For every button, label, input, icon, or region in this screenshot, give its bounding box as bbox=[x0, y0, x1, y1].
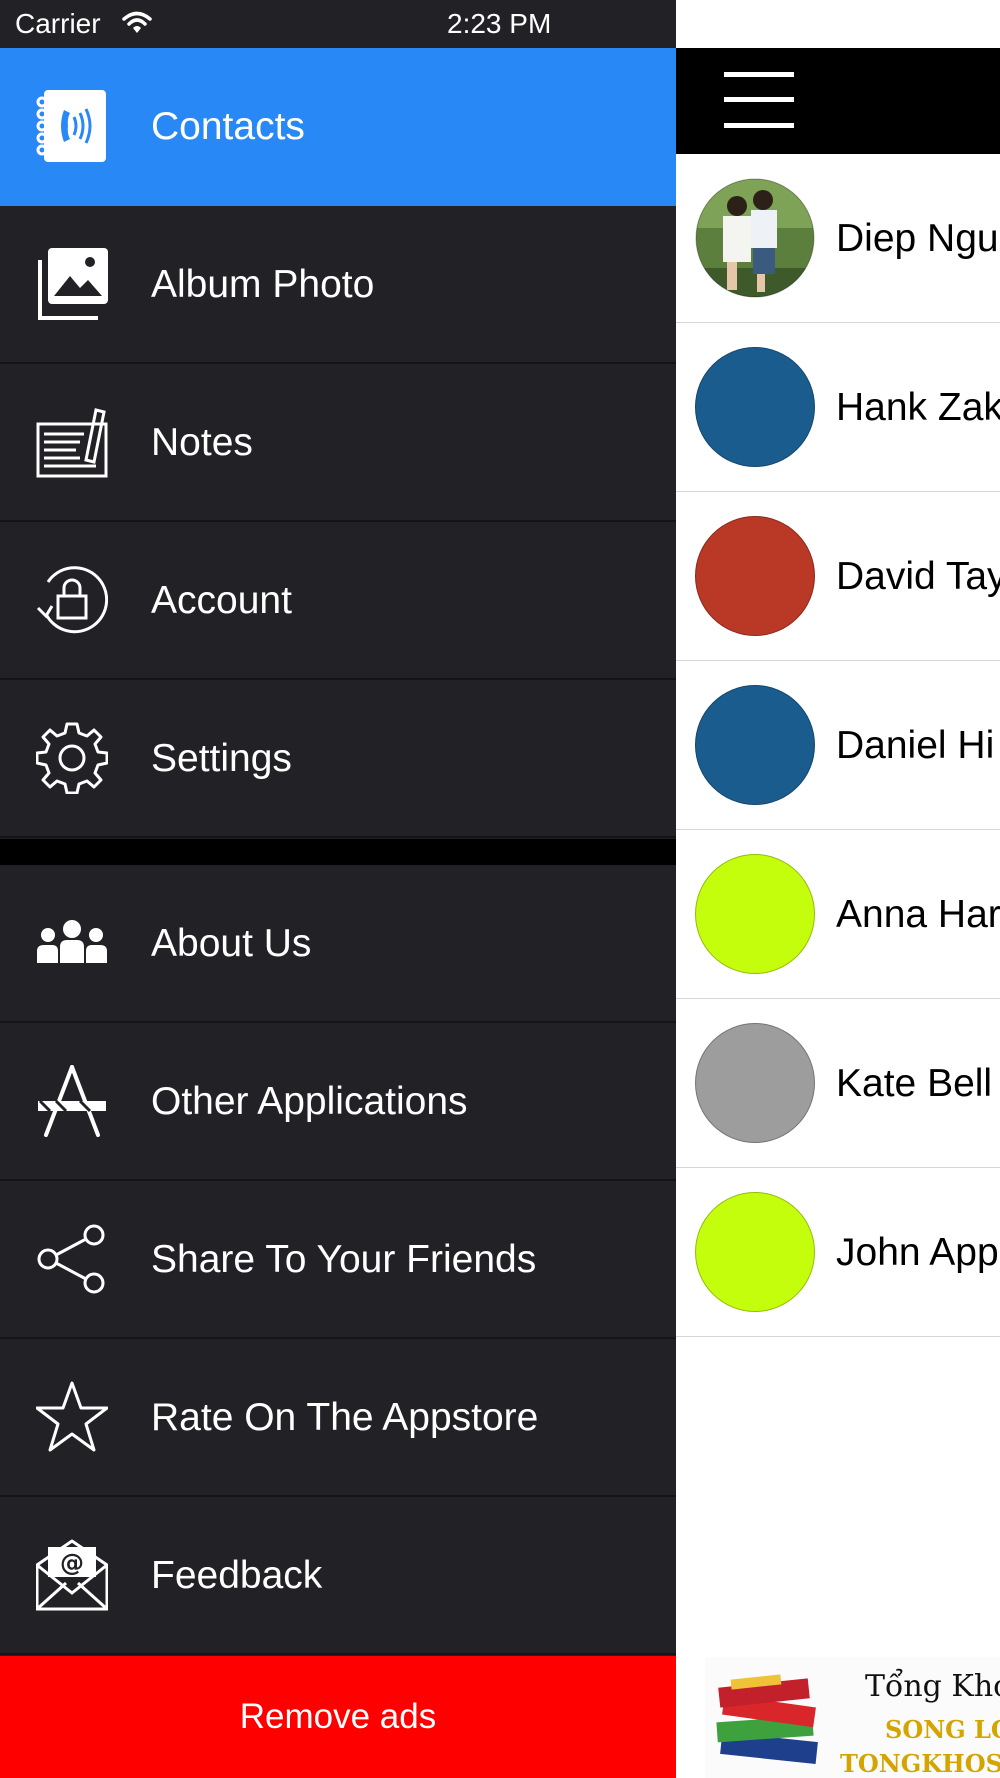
menu-item-feedback[interactable]: @ Feedback bbox=[0, 1497, 676, 1655]
avatar-photo bbox=[695, 178, 815, 298]
svg-text:@: @ bbox=[60, 1549, 84, 1577]
menu-item-settings[interactable]: Settings bbox=[0, 680, 676, 838]
app-store-icon bbox=[38, 1065, 106, 1137]
menu-item-label: Share To Your Friends bbox=[151, 1238, 537, 1281]
menu-item-account[interactable]: Account bbox=[0, 522, 676, 680]
ad-text: SONG LO bbox=[885, 1715, 1000, 1744]
contact-name: Daniel Hi bbox=[836, 724, 995, 767]
ad-text: TONGKHOSI bbox=[840, 1749, 1000, 1778]
gear-icon bbox=[36, 722, 108, 794]
lock-icon bbox=[36, 566, 108, 634]
contacts-book-icon bbox=[36, 90, 106, 162]
hamburger-icon[interactable] bbox=[724, 72, 794, 128]
menu-item-other-applications[interactable]: Other Applications bbox=[0, 1023, 676, 1181]
share-icon bbox=[37, 1224, 105, 1294]
wifi-icon bbox=[122, 11, 152, 33]
menu-item-label: Account bbox=[151, 579, 292, 622]
menu-item-contacts[interactable]: Contacts bbox=[0, 48, 676, 206]
menu-item-notes[interactable]: Notes bbox=[0, 364, 676, 522]
avatar bbox=[695, 1023, 815, 1143]
menu-item-label: About Us bbox=[151, 922, 312, 965]
contact-name: Anna Har bbox=[836, 893, 1000, 936]
contact-row[interactable]: Kate Bell bbox=[676, 999, 1000, 1168]
contact-name: Diep Ngu bbox=[836, 217, 999, 260]
menu-item-label: Album Photo bbox=[151, 263, 375, 306]
contact-row[interactable]: Daniel Hi bbox=[676, 661, 1000, 830]
contact-name: Kate Bell bbox=[836, 1062, 993, 1105]
ad-text: Tổng Kho bbox=[865, 1669, 1000, 1704]
contact-name: John App bbox=[836, 1231, 999, 1274]
menu-item-label: Feedback bbox=[151, 1554, 323, 1597]
photo-album-icon bbox=[38, 248, 108, 320]
menu-item-album-photo[interactable]: Album Photo bbox=[0, 206, 676, 364]
menu-divider bbox=[0, 839, 676, 865]
menu-item-label: Rate On The Appstore bbox=[151, 1396, 539, 1439]
clock: 2:23 PM bbox=[447, 8, 552, 39]
contact-name: David Tay bbox=[836, 555, 1000, 598]
menu-item-label: Contacts bbox=[151, 105, 305, 148]
notes-icon bbox=[36, 408, 108, 478]
avatar bbox=[695, 347, 815, 467]
people-icon bbox=[37, 920, 107, 963]
avatar bbox=[695, 516, 815, 636]
ad-banner[interactable]: Tổng Kho SONG LO TONGKHOSI bbox=[705, 1657, 1000, 1778]
carrier-label: Carrier bbox=[15, 8, 101, 39]
remove-ads-button[interactable]: Remove ads bbox=[0, 1656, 676, 1778]
email-icon: @ bbox=[36, 1539, 108, 1611]
contact-row[interactable]: Hank Zak bbox=[676, 323, 1000, 492]
menu-item-share[interactable]: Share To Your Friends bbox=[0, 1181, 676, 1339]
contact-row[interactable]: Anna Har bbox=[676, 830, 1000, 999]
books-image bbox=[716, 1674, 818, 1764]
menu-item-rate[interactable]: Rate On The Appstore bbox=[0, 1339, 676, 1497]
contact-row[interactable]: John App bbox=[676, 1168, 1000, 1337]
nav-bar bbox=[676, 48, 1000, 154]
menu-item-label: Notes bbox=[151, 421, 253, 464]
menu-item-label: Settings bbox=[151, 737, 292, 780]
side-menu: Contacts Album Photo Notes Account Setti… bbox=[0, 48, 676, 1778]
menu-item-label: Other Applications bbox=[151, 1080, 468, 1123]
avatar bbox=[695, 1192, 815, 1312]
avatar bbox=[695, 854, 815, 974]
contact-row[interactable]: Diep Ngu bbox=[676, 154, 1000, 323]
contact-row[interactable]: David Tay bbox=[676, 492, 1000, 661]
menu-item-about-us[interactable]: About Us bbox=[0, 865, 676, 1023]
avatar bbox=[695, 685, 815, 805]
contact-name: Hank Zak bbox=[836, 386, 1000, 429]
star-icon bbox=[36, 1381, 108, 1452]
contacts-panel: Diep Ngu Hank Zak David Tay Daniel Hi An… bbox=[676, 0, 1000, 1778]
